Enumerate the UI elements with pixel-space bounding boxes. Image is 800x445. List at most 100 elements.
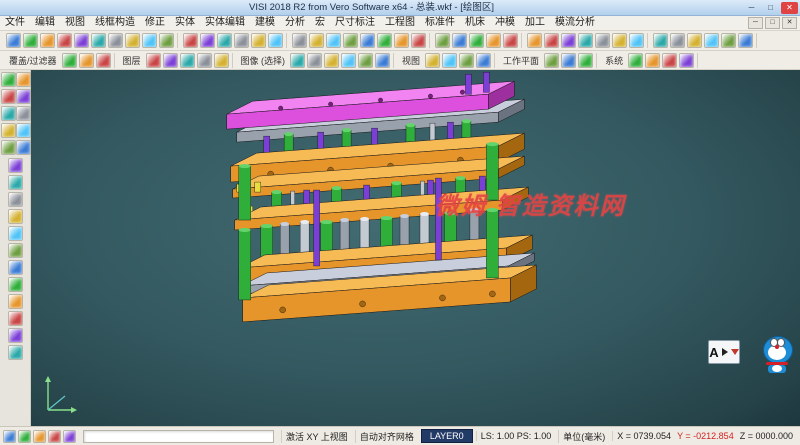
sidebar-icon[interactable] xyxy=(8,260,23,275)
menu-item[interactable]: 修正 xyxy=(140,16,170,30)
toolbar-icon[interactable] xyxy=(91,33,106,48)
sidebar-icon[interactable] xyxy=(8,175,23,190)
toolbar-icon[interactable] xyxy=(358,53,373,68)
close-button[interactable]: ✕ xyxy=(781,2,798,14)
toolbar-icon[interactable] xyxy=(394,33,409,48)
menu-item[interactable]: 视图 xyxy=(60,16,90,30)
sidebar-icon[interactable] xyxy=(8,226,23,241)
toolbar-icon[interactable] xyxy=(425,53,440,68)
minimize-button[interactable]: ─ xyxy=(743,2,760,14)
sidebar-icon[interactable] xyxy=(16,140,31,155)
sidebar-icon[interactable] xyxy=(16,123,31,138)
menu-item[interactable]: 实体 xyxy=(170,16,200,30)
toolbar-group-label[interactable]: 覆盖/过滤器 xyxy=(6,54,60,67)
toolbar-icon[interactable] xyxy=(645,53,660,68)
active-view-label[interactable]: 激活 XY 上视图 xyxy=(281,430,352,443)
status-icon[interactable] xyxy=(63,430,76,443)
toolbar-icon[interactable] xyxy=(197,53,212,68)
toolbar-group-label[interactable]: 视图 xyxy=(399,54,423,67)
toolbar-icon[interactable] xyxy=(721,33,736,48)
view-orientation-widget[interactable]: A xyxy=(708,340,740,364)
sidebar-icon[interactable] xyxy=(8,277,23,292)
mdi-minimize-button[interactable]: ─ xyxy=(748,17,763,29)
toolbar-icon[interactable] xyxy=(125,33,140,48)
toolbar-icon[interactable] xyxy=(662,53,677,68)
toolbar-icon[interactable] xyxy=(670,33,685,48)
toolbar-icon[interactable] xyxy=(653,33,668,48)
menu-item[interactable]: 实体编辑 xyxy=(200,16,250,30)
toolbar-group-label[interactable]: 图层 xyxy=(120,54,144,67)
toolbar-icon[interactable] xyxy=(146,53,161,68)
menu-item[interactable]: 模流分析 xyxy=(550,16,600,30)
sidebar-icon[interactable] xyxy=(8,209,23,224)
toolbar-icon[interactable] xyxy=(578,53,593,68)
toolbar-icon[interactable] xyxy=(704,33,719,48)
toolbar-icon[interactable] xyxy=(377,33,392,48)
command-input[interactable] xyxy=(83,430,274,443)
toolbar-icon[interactable] xyxy=(578,33,593,48)
toolbar-icon[interactable] xyxy=(343,33,358,48)
status-icon[interactable] xyxy=(3,430,16,443)
toolbar-icon[interactable] xyxy=(214,53,229,68)
toolbar-icon[interactable] xyxy=(469,33,484,48)
toolbar-icon[interactable] xyxy=(561,33,576,48)
menu-item[interactable]: 线框构造 xyxy=(90,16,140,30)
menu-item[interactable]: 机床 xyxy=(460,16,490,30)
toolbar-icon[interactable] xyxy=(527,33,542,48)
menu-item[interactable]: 冲模 xyxy=(490,16,520,30)
toolbar-icon[interactable] xyxy=(6,33,21,48)
menu-item[interactable]: 加工 xyxy=(520,16,550,30)
toolbar-icon[interactable] xyxy=(544,33,559,48)
toolbar-icon[interactable] xyxy=(375,53,390,68)
sidebar-icon[interactable] xyxy=(1,123,16,138)
status-icon[interactable] xyxy=(18,430,31,443)
sidebar-icon[interactable] xyxy=(1,106,16,121)
toolbar-icon[interactable] xyxy=(544,53,559,68)
status-icon[interactable] xyxy=(48,430,61,443)
toolbar-icon[interactable] xyxy=(23,33,38,48)
mdi-restore-button[interactable]: □ xyxy=(765,17,780,29)
sidebar-icon[interactable] xyxy=(8,294,23,309)
doraemon-sticker[interactable] xyxy=(760,336,794,374)
menu-item[interactable]: 建模 xyxy=(250,16,280,30)
sidebar-icon[interactable] xyxy=(1,72,16,87)
sidebar-icon[interactable] xyxy=(8,192,23,207)
sidebar-icon[interactable] xyxy=(16,72,31,87)
toolbar-icon[interactable] xyxy=(251,33,266,48)
toolbar-icon[interactable] xyxy=(142,33,157,48)
toolbar-icon[interactable] xyxy=(74,33,89,48)
toolbar-icon[interactable] xyxy=(234,33,249,48)
toolbar-icon[interactable] xyxy=(62,53,77,68)
toolbar-icon[interactable] xyxy=(200,33,215,48)
menu-item[interactable]: 尺寸标注 xyxy=(330,16,380,30)
toolbar-icon[interactable] xyxy=(326,33,341,48)
toolbar-icon[interactable] xyxy=(595,33,610,48)
toolbar-icon[interactable] xyxy=(40,33,55,48)
menu-item[interactable]: 工程图 xyxy=(380,16,420,30)
toolbar-icon[interactable] xyxy=(163,53,178,68)
toolbar-icon[interactable] xyxy=(411,33,426,48)
sidebar-icon[interactable] xyxy=(16,106,31,121)
toolbar-icon[interactable] xyxy=(268,33,283,48)
title-bar[interactable]: VISI 2018 R2 from Vero Software x64 - 总装… xyxy=(0,0,800,16)
toolbar-icon[interactable] xyxy=(341,53,356,68)
sidebar-icon[interactable] xyxy=(8,328,23,343)
toolbar-icon[interactable] xyxy=(96,53,111,68)
toolbar-icon[interactable] xyxy=(476,53,491,68)
mdi-close-button[interactable]: ✕ xyxy=(782,17,797,29)
toolbar-icon[interactable] xyxy=(612,33,627,48)
toolbar-icon[interactable] xyxy=(292,33,307,48)
menu-item[interactable]: 文件 xyxy=(0,16,30,30)
toolbar-icon[interactable] xyxy=(183,33,198,48)
maximize-button[interactable]: □ xyxy=(762,2,779,14)
toolbar-icon[interactable] xyxy=(435,33,450,48)
sidebar-icon[interactable] xyxy=(8,158,23,173)
toolbar-group-label[interactable]: 系统 xyxy=(602,54,626,67)
sidebar-icon[interactable] xyxy=(1,89,16,104)
toolbar-icon[interactable] xyxy=(442,53,457,68)
viewport-canvas[interactable]: 微姆 智造资料网 A xyxy=(31,70,800,426)
toolbar-icon[interactable] xyxy=(503,33,518,48)
toolbar-group-label[interactable]: 图像 (选择) xyxy=(238,54,289,67)
menu-item[interactable]: 标准件 xyxy=(420,16,460,30)
toolbar-icon[interactable] xyxy=(486,33,501,48)
